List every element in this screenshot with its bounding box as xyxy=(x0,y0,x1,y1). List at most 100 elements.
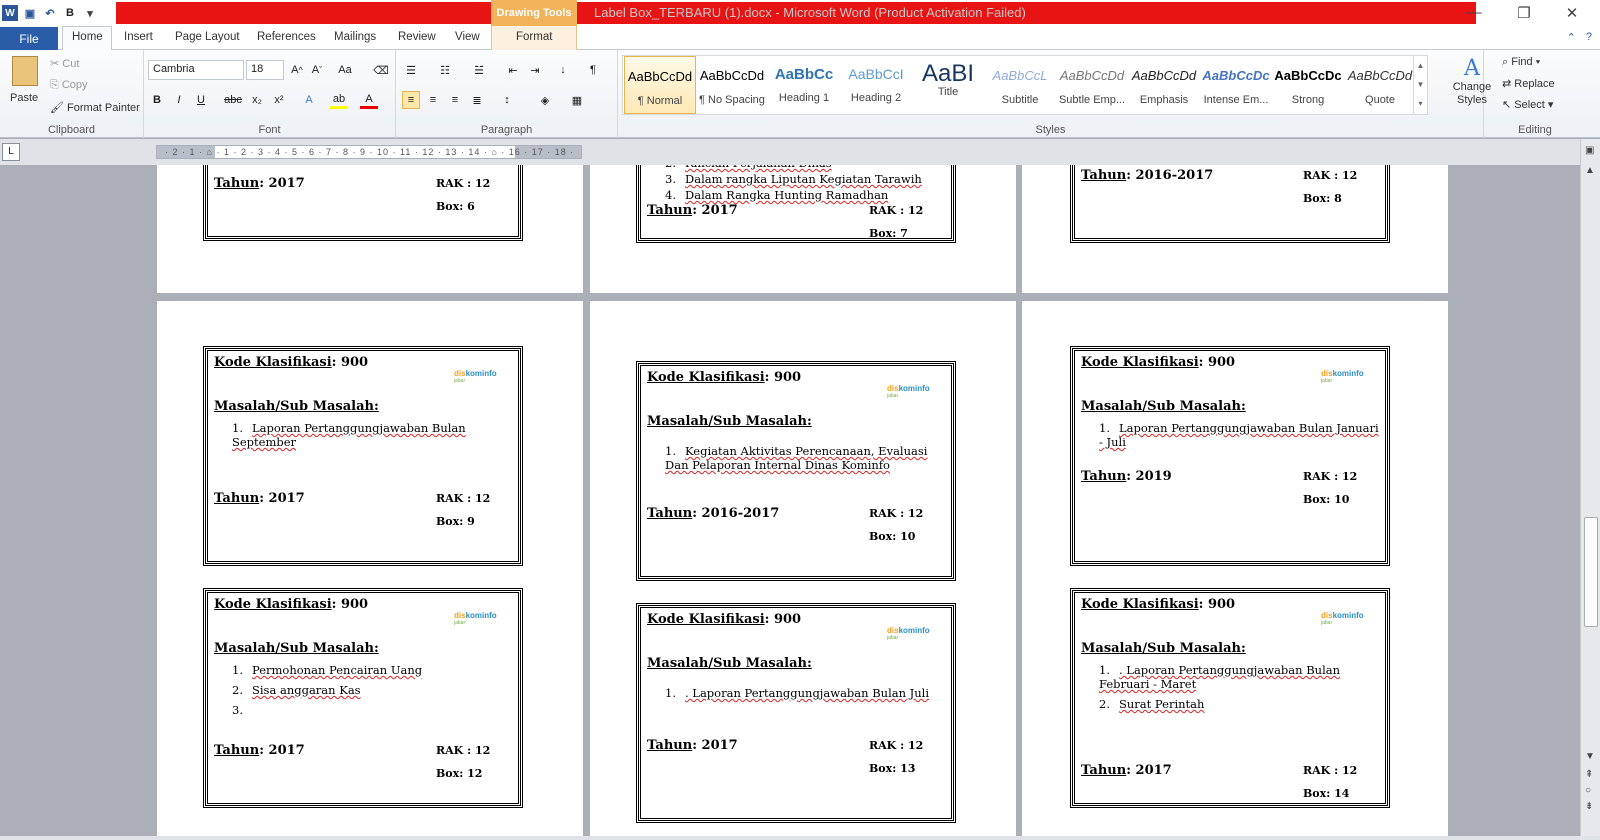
styles-scroll[interactable]: ▲ ▼ ▾ xyxy=(1413,56,1427,114)
change-styles-button[interactable]: A Change Styles xyxy=(1452,56,1492,107)
customize-qat-icon[interactable]: ▾ xyxy=(82,5,98,21)
change-case-icon[interactable]: Aa xyxy=(336,61,354,79)
rak: RAK : 12 xyxy=(869,507,924,520)
tab-view[interactable]: View xyxy=(455,31,480,43)
font-name-combo[interactable]: Cambria xyxy=(148,60,244,80)
copy-button[interactable]: ⎘ Copy xyxy=(50,79,88,92)
tab-references[interactable]: References xyxy=(257,31,316,43)
style-quote[interactable]: AaBbCcDd Quote xyxy=(1344,56,1416,114)
clear-format-icon[interactable]: ⌫ xyxy=(372,61,390,79)
horizontal-ruler[interactable]: · 2 · 1 · ⌂ · 1 · 2 · 3 · 4 · 5 · 6 · 7 … xyxy=(156,145,582,159)
minimize-icon[interactable]: — xyxy=(1464,4,1484,21)
sort-icon[interactable]: ↓ xyxy=(554,61,572,79)
label-card[interactable]: Kode Klasifikasi: 900 diskominfo jabar Masa… xyxy=(636,603,956,823)
tahun: Tahun: 2016-2017 xyxy=(1081,168,1213,183)
bold-icon[interactable]: B xyxy=(148,91,166,109)
style-heading-1[interactable]: AaBbCc Heading 1 xyxy=(768,56,840,114)
style-intense-em[interactable]: AaBbCcDc Intense Em... xyxy=(1200,56,1272,114)
align-right-icon[interactable]: ≡ xyxy=(446,91,464,109)
align-center-icon[interactable]: ≡ xyxy=(424,91,442,109)
undo-icon[interactable]: ↶ xyxy=(42,5,58,21)
strikethrough-icon[interactable]: abc xyxy=(224,91,242,109)
help-icon[interactable]: ? xyxy=(1586,31,1592,44)
label-card[interactable]: Kode Klasifikasi: 900 diskominfo jabar Masa… xyxy=(203,346,523,566)
ruler-toggle-icon[interactable]: ▣ xyxy=(1585,145,1594,156)
style-name: Emphasis xyxy=(1139,94,1189,106)
paste-icon[interactable] xyxy=(12,56,38,86)
cut-button[interactable]: ✂ Cut xyxy=(50,57,79,70)
scroll-down-icon[interactable]: ▼ xyxy=(1585,751,1595,762)
decrease-indent-icon[interactable]: ⇤ xyxy=(504,61,522,79)
list-item: 1.. Laporan Pertanggungjawaban Bulan Feb… xyxy=(1099,663,1379,691)
style-emphasis[interactable]: AaBbCcDd Emphasis xyxy=(1128,56,1200,114)
increase-indent-icon[interactable]: ⇥ xyxy=(526,61,544,79)
window-title: Label Box_TERBARU (1).docx - Microsoft W… xyxy=(594,5,1026,20)
tab-file[interactable]: File xyxy=(0,27,58,50)
close-icon[interactable]: ✕ xyxy=(1562,4,1582,22)
tab-review[interactable]: Review xyxy=(398,31,436,43)
scroll-thumb[interactable] xyxy=(1584,517,1598,627)
italic-icon[interactable]: I xyxy=(170,91,188,109)
next-page-icon[interactable]: ⇟ xyxy=(1585,801,1593,812)
paste-button[interactable]: Paste xyxy=(10,92,38,104)
line-spacing-icon[interactable]: ↕ xyxy=(498,91,516,109)
borders-icon[interactable]: ▦ xyxy=(568,91,586,109)
tab-insert[interactable]: Insert xyxy=(124,31,153,43)
label-card[interactable]: Tahun: 2017 RAK : 12 Box: 6 xyxy=(203,165,523,241)
label-card[interactable]: Kode Klasifikasi: 900 diskominfo jabar Masa… xyxy=(1070,588,1390,808)
prev-page-icon[interactable]: ⇞ xyxy=(1585,769,1593,780)
box-number: Box: 9 xyxy=(436,515,475,528)
format-painter-button[interactable]: 🖌 Format Painter xyxy=(50,101,140,114)
tab-page-layout[interactable]: Page Layout xyxy=(175,31,240,43)
vertical-scrollbar[interactable]: ▣ ▲ ▼ ⇞ ○ ⇟ xyxy=(1580,139,1600,840)
highlight-icon[interactable]: ab xyxy=(330,91,348,109)
style-subtitle[interactable]: AaBbCcL Subtitle xyxy=(984,56,1056,114)
kominfo-logo: diskominfo jabar xyxy=(454,611,497,626)
subscript-icon[interactable]: x₂ xyxy=(248,91,266,109)
superscript-icon[interactable]: x² xyxy=(270,91,288,109)
numbering-icon[interactable]: ☷ xyxy=(436,61,454,79)
word-icon[interactable]: W xyxy=(2,5,18,21)
scroll-up-icon[interactable]: ▲ xyxy=(1585,165,1595,176)
label-card[interactable]: Tahun: 2016-2017 RAK : 12 Box: 8 xyxy=(1070,165,1390,243)
font-color-icon[interactable]: A xyxy=(360,91,378,109)
style-strong[interactable]: AaBbCcDc Strong xyxy=(1272,56,1344,114)
multilevel-list-icon[interactable]: ☱ xyxy=(470,61,488,79)
font-size-combo[interactable]: 18 xyxy=(246,60,284,80)
tab-home[interactable]: Home xyxy=(72,31,103,43)
label-card[interactable]: Kode Klasifikasi: 900 diskominfo jabar Masa… xyxy=(636,361,956,581)
card-items: 1. Laporan Pertanggungjawaban Bulan Septe… xyxy=(232,421,512,455)
browse-object-icon[interactable]: ○ xyxy=(1585,785,1591,796)
grow-font-icon[interactable]: A ^ xyxy=(288,61,306,79)
list-text: Laporan Pertanggungjawaban Bulan Septemb… xyxy=(232,421,466,449)
minimize-ribbon-icon[interactable]: ⌃ xyxy=(1567,31,1576,44)
select-button[interactable]: ↖ Select ▾ xyxy=(1502,98,1553,111)
style-title[interactable]: AaBI Title xyxy=(912,56,984,114)
underline-icon[interactable]: U xyxy=(192,91,210,109)
shading-icon[interactable]: ◈ xyxy=(536,91,554,109)
tab-format[interactable]: Format xyxy=(516,31,552,43)
save-icon[interactable]: ▣ xyxy=(22,5,38,21)
label-card[interactable]: 2.Rincian Perjalanan Dinas 3. Dalam rangka… xyxy=(636,165,956,243)
help-area: ⌃ ? xyxy=(1567,31,1592,44)
text-effects-icon[interactable]: A xyxy=(300,91,318,109)
justify-icon[interactable]: ≣ xyxy=(468,91,486,109)
label-card[interactable]: Kode Klasifikasi: 900 diskominfo jabar Masa… xyxy=(1070,346,1390,566)
style-subtle-emp[interactable]: AaBbCcDd Subtle Emp... xyxy=(1056,56,1128,114)
tab-mailings[interactable]: Mailings xyxy=(334,31,376,43)
show-marks-icon[interactable]: ¶ xyxy=(584,61,602,79)
find-button[interactable]: ⌕ Find ▾ xyxy=(1502,56,1540,69)
style-no-spacing[interactable]: AaBbCcDd ¶ No Spacing xyxy=(696,56,768,114)
label-card[interactable]: Kode Klasifikasi: 900 diskominfo jabar Masa… xyxy=(203,588,523,808)
style-normal[interactable]: AaBbCcDd ¶ Normal xyxy=(624,56,696,114)
list-item: 1. Kegiatan Aktivitas Perencanaan, Evalua… xyxy=(665,444,945,472)
card-items: 1.. Laporan Pertanggungjawaban Bulan Feb… xyxy=(1099,663,1379,717)
align-left-icon[interactable]: ≡ xyxy=(402,91,420,109)
bold-qat-icon[interactable]: B xyxy=(62,5,78,21)
style-heading-2[interactable]: AaBbCcI Heading 2 xyxy=(840,56,912,114)
bullets-icon[interactable]: ☰ xyxy=(402,61,420,79)
tab-selector[interactable]: L xyxy=(2,143,20,161)
restore-icon[interactable]: ❐ xyxy=(1514,4,1534,22)
replace-button[interactable]: ⇄ Replace xyxy=(1502,77,1555,90)
shrink-font-icon[interactable]: Aˇ xyxy=(308,61,326,79)
